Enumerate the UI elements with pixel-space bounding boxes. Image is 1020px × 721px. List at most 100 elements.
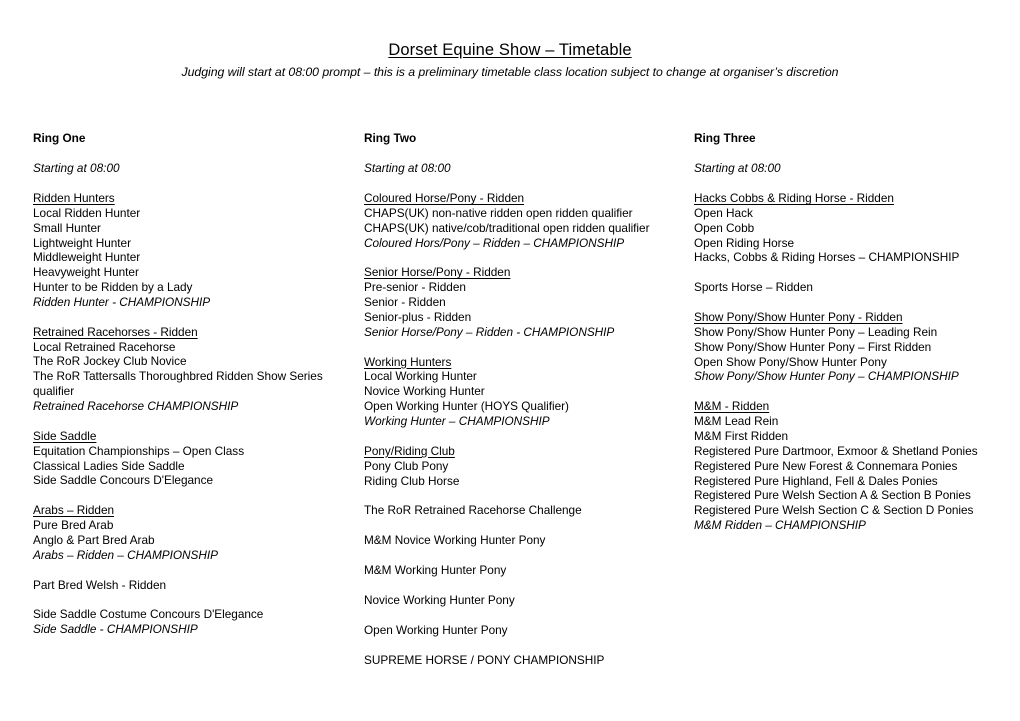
class-entry: SUPREME HORSE / PONY CHAMPIONSHIP xyxy=(364,652,605,667)
class-entry: Senior Horse/Pony – Ridden - CHAMPIONSHI… xyxy=(364,324,615,339)
class-group-heading: Working Hunters xyxy=(364,354,452,369)
page-subtitle: Judging will start at 08:00 prompt – thi… xyxy=(181,65,839,79)
class-group-heading: Hacks Cobbs & Riding Horse - Ridden xyxy=(694,191,894,205)
class-group: Open Working Hunter Pony xyxy=(364,623,682,638)
ring-column-two: Ring Two Starting at 08:00 Coloured Horse/… xyxy=(364,131,682,667)
class-entry: Lightweight Hunter xyxy=(33,235,132,250)
class-entry: CHAPS(UK) native/cob/traditional open ri… xyxy=(364,220,650,235)
class-entry: Open Working Hunter Pony xyxy=(364,622,508,637)
class-entry: Small Hunter xyxy=(33,220,101,235)
class-entry: The RoR Jockey Club Novice xyxy=(33,354,187,369)
class-entry: The RoR Retrained Racehorse Challenge xyxy=(364,503,582,518)
class-entry: Pony Club Pony xyxy=(364,458,449,473)
class-entry: Anglo & Part Bred Arab xyxy=(33,532,155,547)
class-entry: Registered Pure Dartmoor, Exmoor & Shetl… xyxy=(694,443,978,458)
ring-column-one: Ring One Starting at 08:00 Ridden Hunters L… xyxy=(33,131,351,637)
class-entry: Riding Club Horse xyxy=(364,473,460,488)
class-group-heading: Coloured Horse/Pony - Ridden xyxy=(364,191,525,205)
class-entry: Open Riding Horse xyxy=(694,235,794,250)
class-entry: Classical Ladies Side Saddle xyxy=(33,458,185,473)
class-entry: Show Pony/Show Hunter Pony – CHAMPIONSHI… xyxy=(694,369,959,384)
class-entry: Working Hunter – CHAMPIONSHIP xyxy=(364,413,550,428)
class-group-heading: Show Pony/Show Hunter Pony - Ridden xyxy=(694,310,903,325)
class-entry: Local Ridden Hunter xyxy=(33,205,141,220)
class-entry: Novice Working Hunter Pony xyxy=(364,592,515,607)
class-entry: Registered Pure Highland, Fell & Dales P… xyxy=(694,473,938,488)
class-group-heading: Side Saddle xyxy=(33,428,97,443)
class-group-heading: M&M - Ridden xyxy=(694,399,770,414)
class-entry: Sports Horse – Ridden xyxy=(694,280,813,295)
class-entry: M&M First Ridden xyxy=(694,428,789,443)
class-entry: Retrained Racehorse CHAMPIONSHIP xyxy=(33,398,239,413)
class-group: The RoR Retrained Racehorse Challenge xyxy=(364,503,682,518)
class-entry: Senior-plus - Ridden xyxy=(364,309,472,324)
class-group: Hacks Cobbs & Riding Horse - Ridden Open … xyxy=(694,191,994,265)
class-group: Side Saddle Equitation Championships – Op… xyxy=(33,429,351,488)
class-entry: Show Pony/Show Hunter Pony – Leading Rei… xyxy=(694,324,938,339)
class-entry: Local Retrained Racehorse xyxy=(33,339,176,354)
class-entry: Novice Working Hunter xyxy=(364,384,485,399)
class-group: Side Saddle Costume Concours D'Elegance S… xyxy=(33,607,351,637)
class-group: Pony/Riding Club Pony Club Pony Riding Clu… xyxy=(364,444,682,489)
class-group: Sports Horse – Ridden xyxy=(694,280,994,295)
class-entry: Senior - Ridden xyxy=(364,295,446,310)
class-group: Show Pony/Show Hunter Pony - Ridden Show … xyxy=(694,310,994,384)
ring-column-three: Ring Three Starting at 08:00 Hacks Cobbs &… xyxy=(694,131,994,533)
class-entry: M&M Working Hunter Pony xyxy=(364,563,507,578)
class-entry: Hacks, Cobbs & Riding Horses – CHAMPIONS… xyxy=(694,250,960,265)
class-group-heading: Pony/Riding Club xyxy=(364,443,455,458)
document-header: Dorset Equine Show – Timetable Judging w… xyxy=(0,40,1020,80)
class-group: M&M Novice Working Hunter Pony xyxy=(364,533,682,548)
class-group: Part Bred Welsh - Ridden xyxy=(33,578,351,593)
class-group-heading: Ridden Hunters xyxy=(33,191,115,205)
class-group: Coloured Horse/Pony - Ridden CHAPS(UK) no… xyxy=(364,191,682,250)
class-entry: Heavyweight Hunter xyxy=(33,265,139,280)
ring-start-time: Starting at 08:00 xyxy=(364,161,451,175)
class-group: Ridden Hunters Local Ridden Hunter Small H… xyxy=(33,191,351,310)
class-entry: Show Pony/Show Hunter Pony – First Ridde… xyxy=(694,339,932,354)
ring-title: Ring Two xyxy=(364,131,417,145)
class-entry: Open Hack xyxy=(694,205,753,220)
class-entry: Pre-senior - Ridden xyxy=(364,280,466,295)
ring-start-time: Starting at 08:00 xyxy=(694,161,781,175)
class-entry: M&M Novice Working Hunter Pony xyxy=(364,533,546,548)
class-entry: M&M Ridden – CHAMPIONSHIP xyxy=(694,518,866,533)
class-entry: Registered Pure Welsh Section A & Sectio… xyxy=(694,488,971,503)
class-entry: Hunter to be Ridden by a Lady xyxy=(33,280,193,295)
class-entry: Registered Pure New Forest & Connemara P… xyxy=(694,458,958,473)
class-entry: Arabs – Ridden – CHAMPIONSHIP xyxy=(33,547,218,562)
ring-title: Ring One xyxy=(33,131,86,145)
class-group-heading: Arabs – Ridden xyxy=(33,503,115,518)
class-group-heading: Senior Horse/Pony - Ridden xyxy=(364,265,511,280)
page-title: Dorset Equine Show – Timetable xyxy=(388,41,632,59)
document-page: Dorset Equine Show – Timetable Judging w… xyxy=(0,0,1020,721)
class-entry: Side Saddle Costume Concours D'Elegance xyxy=(33,607,264,622)
class-group: M&M - Ridden M&M Lead Rein M&M First Ridde… xyxy=(694,399,994,533)
class-entry: Open Show Pony/Show Hunter Pony xyxy=(694,354,887,369)
class-entry: The RoR Tattersalls Thoroughbred Ridden … xyxy=(33,369,323,399)
ring-start-time: Starting at 08:00 xyxy=(33,161,120,175)
ring-title: Ring Three xyxy=(694,131,756,145)
class-entry: Ridden Hunter - CHAMPIONSHIP xyxy=(33,294,211,309)
class-entry: Equitation Championships – Open Class xyxy=(33,443,245,458)
class-entry: Middleweight Hunter xyxy=(33,250,141,265)
